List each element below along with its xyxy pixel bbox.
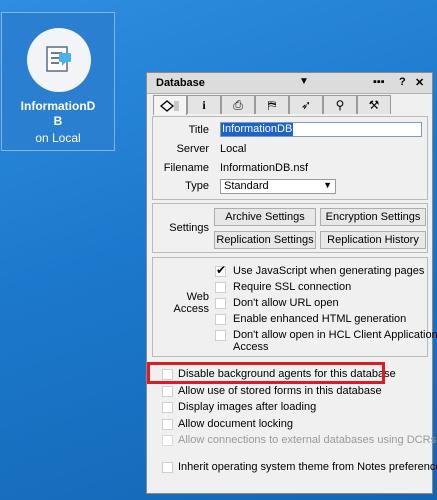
document-locking-label: Allow document locking [178, 418, 293, 430]
tile-subtitle: on Local [35, 131, 81, 145]
tile-name: InformationD B [20, 99, 96, 128]
filename-label: Filename [163, 162, 209, 174]
properties-box: Database ▼ ▪▪▪ ? ✕ i ⎙ ⛿ ➶ ⚲ ⚒ Title Inf… [146, 72, 437, 494]
settings-panel: Settings Archive Settings Encryption Set… [152, 203, 428, 253]
allow-stored-forms-label: Allow use of stored forms in this databa… [178, 385, 382, 397]
disallow-open-hcl-label: Don't allow open in HCL Client Applicati… [233, 329, 437, 341]
require-ssl-checkbox[interactable] [215, 282, 226, 293]
disallow-open-hcl-checkbox[interactable] [215, 330, 226, 341]
database-doc-icon [46, 46, 71, 72]
info-tab-icon [159, 99, 179, 112]
disallow-url-open-checkbox[interactable] [215, 298, 226, 309]
chevron-down-icon: ▼ [323, 180, 332, 190]
tile-icon-circle [27, 28, 91, 92]
design-tab[interactable]: ⛿ [255, 95, 289, 114]
highlight-box [147, 362, 385, 384]
disallow-url-open-label: Don't allow URL open [233, 297, 339, 309]
archive-settings-button[interactable]: Archive Settings [214, 208, 316, 226]
info-tab[interactable] [153, 95, 187, 115]
title-field[interactable]: InformationDB [220, 122, 422, 137]
document-locking-checkbox[interactable] [162, 419, 173, 430]
inherit-os-theme-label: Inherit operating system theme from Note… [178, 461, 437, 473]
use-javascript-label: Use JavaScript when generating pages [233, 265, 425, 277]
printer-icon: ⎙ [233, 97, 243, 112]
database-tile[interactable]: InformationD B on Local [1, 12, 115, 151]
i-icon: i [202, 97, 206, 112]
search-tab[interactable]: ⚲ [323, 95, 357, 114]
close-icon[interactable]: ✕ [415, 76, 424, 89]
enhanced-html-checkbox[interactable] [215, 314, 226, 325]
type-label: Type [185, 180, 209, 192]
replication-history-button[interactable]: Replication History [320, 231, 426, 249]
advanced-tab[interactable]: ⚒ [357, 95, 391, 114]
properties-type-dropdown-icon[interactable]: ▼ [299, 76, 309, 87]
display-images-label: Display images after loading [178, 401, 317, 413]
filename-value: InformationDB.nsf [220, 162, 309, 174]
type-select[interactable]: Standard ▼ [220, 179, 336, 194]
external-dcr-label: Allow connections to external databases … [178, 434, 437, 446]
type-select-value: Standard [224, 180, 269, 192]
basics-panel: Title InformationDB Server Local Filenam… [152, 116, 428, 200]
server-label: Server [176, 143, 209, 155]
rocket-tab[interactable]: ➶ [289, 95, 323, 114]
title-field-value: InformationDB [221, 123, 294, 136]
title-label: Title [188, 124, 209, 136]
display-images-checkbox[interactable] [162, 402, 173, 413]
replication-settings-button[interactable]: Replication Settings [214, 231, 316, 249]
external-dcr-checkbox[interactable] [162, 435, 173, 446]
web-access-panel: Web Access ✔ Use JavaScript when generat… [152, 257, 437, 357]
allow-stored-forms-checkbox[interactable] [162, 386, 173, 397]
encryption-settings-button[interactable]: Encryption Settings [320, 208, 426, 226]
require-ssl-label: Require SSL connection [233, 281, 352, 293]
checkmark-icon: ✔ [216, 263, 227, 277]
help-icon[interactable]: ? [399, 76, 406, 88]
enhanced-html-label: Enable enhanced HTML generation [233, 313, 407, 325]
use-javascript-checkbox[interactable]: ✔ [215, 263, 227, 277]
disallow-open-hcl-label-2: Access [233, 341, 269, 353]
inherit-os-theme-checkbox[interactable] [162, 462, 173, 473]
settings-label: Settings [169, 222, 209, 234]
rocket-icon: ➶ [300, 98, 312, 112]
search-icon: ⚲ [335, 98, 345, 112]
properties-title: Database [156, 77, 205, 89]
i-tab[interactable]: i [187, 95, 221, 114]
printer-tab[interactable]: ⎙ [221, 95, 255, 114]
menu-icon[interactable]: ▪▪▪ [373, 76, 385, 88]
access-label: Access [173, 303, 209, 315]
advanced-icon: ⚒ [368, 98, 380, 112]
web-label: Web [186, 291, 209, 303]
server-value: Local [220, 143, 247, 155]
design-icon: ⛿ [267, 97, 277, 112]
properties-titlebar: Database ▼ ▪▪▪ ? ✕ [147, 73, 432, 94]
properties-tabs: i ⎙ ⛿ ➶ ⚲ ⚒ [153, 95, 429, 115]
